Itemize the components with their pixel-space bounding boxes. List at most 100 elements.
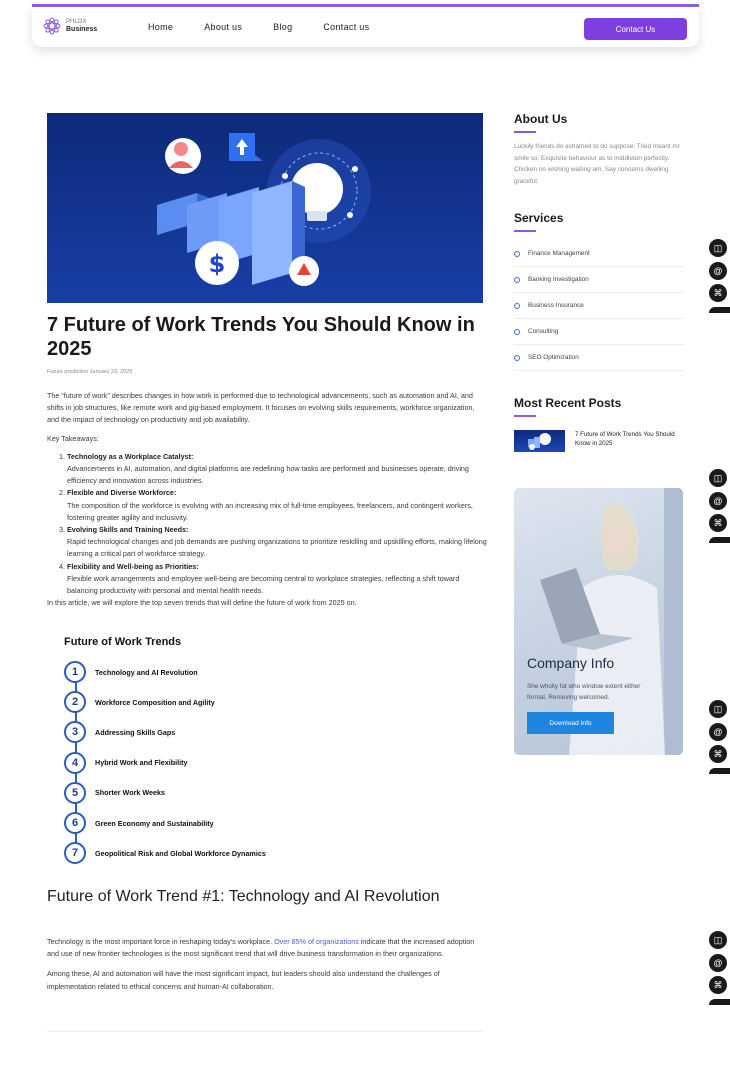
company-info-card: Company Info She wholly fat who window e… [514, 488, 683, 755]
trend-item: 6 Green Economy and Sustainability [64, 808, 364, 838]
trend-label: Geopolitical Risk and Global Workforce D… [95, 848, 266, 858]
svg-text:$: $ [209, 250, 226, 278]
nav-blog[interactable]: Blog [273, 22, 292, 32]
book-icon[interactable]: ◫ [709, 700, 727, 718]
post-body: The “future of work” describes changes i… [47, 390, 487, 615]
trend-label: Green Economy and Sustainability [95, 818, 214, 828]
services-list: Finance Management Banking Investigation… [514, 241, 684, 371]
post-intro: The “future of work” describes changes i… [47, 391, 475, 425]
floating-tools: ◫ @ ⌘ [709, 700, 730, 774]
brand-name-top: PHLOX [66, 19, 87, 25]
trends-infographic: Future of Work Trends 1 Technology and AI… [64, 636, 364, 868]
bullet-circle-icon [514, 354, 520, 361]
brand-logo[interactable]: PHLOX Business [42, 16, 97, 36]
command-icon[interactable]: ⌘ [709, 514, 727, 532]
bullet-circle-icon [514, 276, 520, 283]
growth-illustration: $ [157, 133, 371, 286]
post-title: 7 Future of Work Trends You Should Know … [47, 314, 475, 360]
section-body: Technology is the most important force i… [47, 936, 487, 1001]
bullet-circle-icon [514, 302, 520, 309]
service-item[interactable]: Consulting [514, 319, 684, 345]
contact-us-button[interactable]: Contact Us [584, 18, 687, 40]
takeaways-label: Key Takeaways: [47, 433, 99, 443]
command-icon[interactable]: ⌘ [709, 745, 727, 763]
trend-label: Shorter Work Weeks [95, 788, 166, 798]
trend-number: 2 [64, 691, 86, 714]
book-icon[interactable]: ◫ [709, 931, 727, 949]
heading-underline [514, 131, 536, 133]
trend-label: Hybrid Work and Flexibility [95, 758, 188, 768]
tab-peek[interactable] [709, 767, 730, 774]
service-item[interactable]: Finance Management [514, 241, 684, 267]
at-sign-icon[interactable]: @ [709, 261, 727, 280]
tab-peek[interactable] [709, 998, 730, 1005]
trend-label: Addressing Skills Gaps [95, 727, 176, 737]
recent-posts-heading: Most Recent Posts [514, 396, 622, 410]
trend-label: Workforce Composition and Agility [95, 697, 215, 707]
stat-link[interactable]: Over 85% of organizations [274, 937, 359, 946]
trend-number: 7 [64, 842, 86, 865]
post-meta: Future prediction January 23, 2025 [47, 369, 133, 375]
takeaway-item: Evolving Skills and Training Needs:Rapid… [67, 524, 487, 561]
floating-tools: ◫ @ ⌘ [709, 469, 730, 543]
section-heading: Future of Work Trend #1: Technology and … [47, 888, 440, 905]
thumbnail-illustration [528, 433, 551, 450]
trend-item: 5 Shorter Work Weeks [64, 778, 364, 808]
at-sign-icon[interactable]: @ [709, 953, 727, 972]
brand-name-bottom: Business [66, 26, 98, 33]
recent-post-title: 7 Future of Work Trends You Should Know … [575, 431, 675, 447]
tab-peek[interactable] [709, 536, 730, 543]
trend-item: 2 Workforce Composition and Agility [64, 687, 364, 717]
company-info-text: She wholly fat who window extent either … [527, 683, 641, 701]
heading-underline [514, 415, 536, 417]
site-header: PHLOX Business Home About us Blog Contac… [32, 4, 699, 47]
section-paragraph: Among these, AI and automation will have… [47, 969, 440, 991]
trend-item: 7 Geopolitical Risk and Global Workforce … [64, 838, 364, 868]
service-item[interactable]: SEO Optimization [514, 345, 684, 371]
divider [47, 1031, 483, 1032]
trend-item: 4 Hybrid Work and Flexibility [64, 748, 364, 778]
lotus-logo-icon [43, 17, 61, 35]
command-icon[interactable]: ⌘ [709, 976, 727, 994]
main-nav: Home About us Blog Contact us [148, 22, 400, 32]
floating-tools: ◫ @ ⌘ [709, 239, 730, 313]
nav-home[interactable]: Home [148, 22, 173, 32]
section-paragraph: Technology is the most important force i… [47, 937, 475, 959]
book-icon[interactable]: ◫ [709, 239, 727, 257]
post-outro: In this article, we will explore the top… [47, 598, 357, 608]
trend-item: 1 Technology and AI Revolution [64, 657, 364, 687]
tab-peek[interactable] [709, 306, 730, 313]
trend-number: 4 [64, 751, 86, 774]
nav-about[interactable]: About us [204, 22, 242, 32]
trend-number: 5 [64, 781, 86, 804]
bullet-circle-icon [514, 328, 520, 335]
about-heading: About Us [514, 112, 568, 126]
trend-number: 6 [64, 812, 86, 835]
recent-post-thumbnail [514, 430, 565, 452]
at-sign-icon[interactable]: @ [709, 722, 727, 741]
takeaway-item: Technology as a Workplace Catalyst:Advan… [67, 451, 487, 488]
recent-post-item[interactable]: 7 Future of Work Trends You Should Know … [514, 430, 683, 452]
post-hero-image: $ [47, 113, 483, 303]
floating-tools: ◫ @ ⌘ [709, 931, 730, 1005]
takeaway-item: Flexibility and Well-being as Priorities… [67, 561, 487, 598]
book-icon[interactable]: ◫ [709, 469, 727, 487]
command-icon[interactable]: ⌘ [709, 284, 727, 302]
services-heading: Services [514, 211, 564, 225]
nav-contact[interactable]: Contact us [323, 22, 369, 32]
service-item[interactable]: Banking Investigation [514, 267, 684, 293]
trend-number: 1 [64, 661, 86, 684]
bullet-circle-icon [514, 250, 520, 257]
takeaway-item: Flexible and Diverse Workforce:The compo… [67, 487, 487, 524]
trend-label: Technology and AI Revolution [95, 667, 198, 677]
download-info-button[interactable]: Download Info [527, 712, 614, 734]
trend-number: 3 [64, 721, 86, 744]
heading-underline [514, 230, 536, 232]
takeaways-list: Technology as a Workplace Catalyst:Advan… [47, 451, 487, 597]
at-sign-icon[interactable]: @ [709, 491, 727, 510]
about-text: Luckily friends do ashamed to do suppose… [514, 143, 680, 185]
service-item[interactable]: Business Insurance [514, 293, 684, 319]
trends-title: Future of Work Trends [64, 636, 182, 648]
company-info-title: Company Info [527, 655, 615, 671]
trend-item: 3 Addressing Skills Gaps [64, 717, 364, 747]
